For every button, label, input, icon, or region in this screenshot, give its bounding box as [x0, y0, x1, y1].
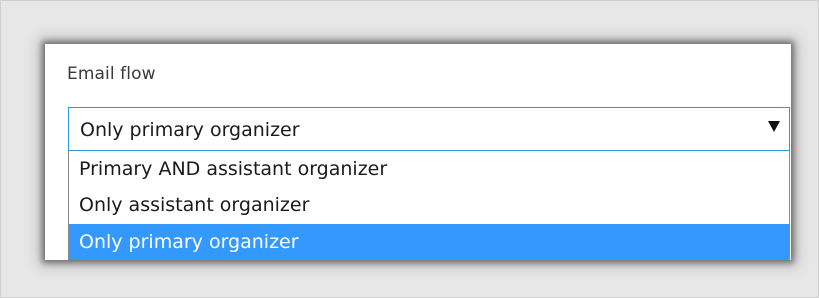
email-flow-label: Email flow: [67, 64, 156, 84]
email-flow-options-list: Primary AND assistant organizer Only ass…: [68, 151, 790, 260]
email-flow-select[interactable]: Only primary organizer: [68, 107, 790, 151]
email-flow-selected-value: Only primary organizer: [80, 119, 300, 141]
option-primary-and-assistant-organizer[interactable]: Primary AND assistant organizer: [69, 151, 789, 187]
screenshot-frame: Email flow Only primary organizer Primar…: [0, 0, 819, 298]
option-only-primary-organizer[interactable]: Only primary organizer: [69, 224, 789, 260]
dropdown-arrow-icon[interactable]: [768, 121, 780, 132]
option-only-assistant-organizer[interactable]: Only assistant organizer: [69, 187, 789, 223]
email-flow-panel: Email flow Only primary organizer Primar…: [45, 44, 791, 260]
